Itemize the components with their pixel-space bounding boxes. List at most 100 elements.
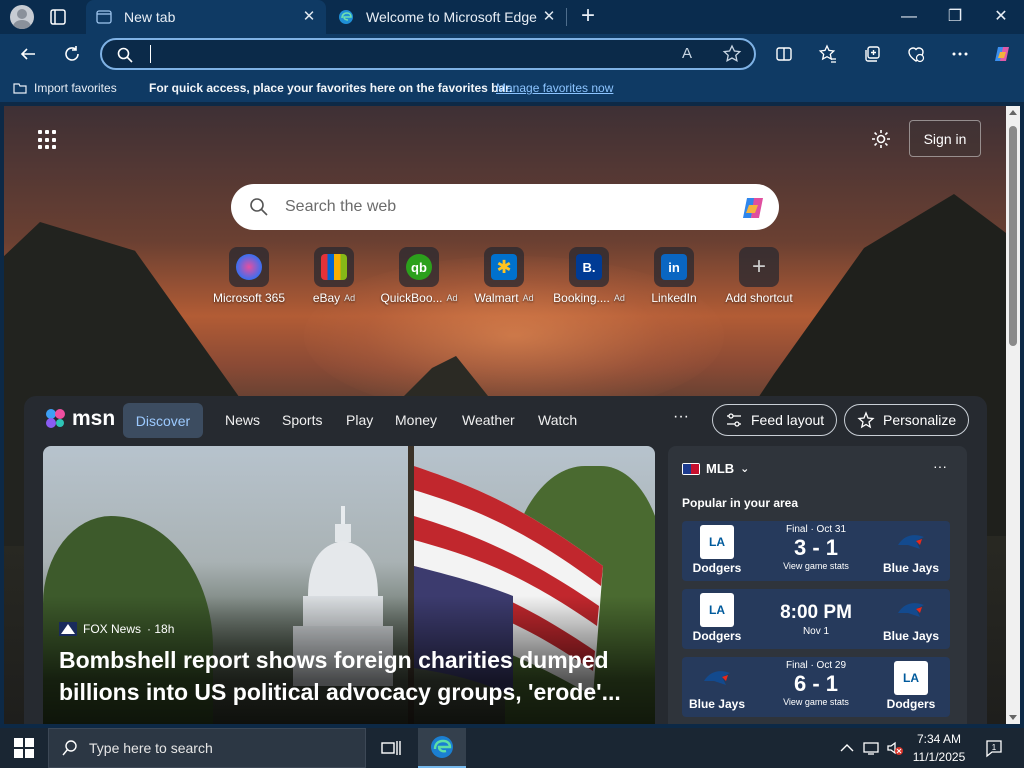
edge-favicon-icon (339, 10, 353, 24)
manage-favorites-link[interactable]: Manage favorites now (496, 81, 613, 95)
scroll-down-icon[interactable] (1009, 715, 1017, 720)
shortcut-microsoft-365[interactable]: Microsoft 365 (201, 247, 297, 305)
taskbar-search-placeholder: Type here to search (89, 740, 213, 756)
maximize-button[interactable]: ❐ (940, 4, 970, 30)
team-away: LA Dodgers (880, 661, 942, 711)
chevron-down-icon: ⌄ (740, 463, 750, 475)
linkedin-icon: in (654, 247, 694, 287)
system-clock[interactable]: 7:34 AM 11/1/2025 (908, 730, 970, 766)
web-search-input[interactable] (285, 195, 705, 219)
hero-story-card[interactable]: FOX News · 18h Bombshell report shows fo… (43, 446, 655, 724)
tab-new-tab[interactable]: New tab ✕ (86, 0, 326, 34)
scroll-up-icon[interactable] (1009, 110, 1017, 115)
windows-start-icon[interactable] (14, 738, 34, 758)
minimize-button[interactable]: — (894, 4, 924, 30)
msn-butterfly-icon (46, 409, 65, 428)
chevron-up-icon[interactable] (838, 740, 856, 756)
sign-in-button[interactable]: Sign in (909, 120, 981, 157)
nav-discover[interactable]: Discover (123, 403, 203, 438)
story-headline[interactable]: Bombshell report shows foreign charities… (59, 644, 639, 708)
shortcut-walmart[interactable]: ✱ Walmart Ad (456, 247, 552, 305)
title-bar: New tab ✕ Welcome to Microsoft Edge ✕ + … (0, 0, 1024, 34)
network-icon[interactable] (862, 740, 880, 756)
sparkle-star-icon (857, 411, 875, 429)
team-name: Dodgers (692, 629, 742, 643)
mlb-logo-icon (682, 462, 700, 475)
nav-watch[interactable]: Watch (538, 412, 577, 428)
favorite-star-icon[interactable] (722, 44, 742, 64)
shortcut-add[interactable]: + Add shortcut (711, 247, 807, 305)
shortcut-label: QuickBoo... (380, 291, 443, 305)
search-icon (250, 198, 268, 216)
profile-avatar[interactable] (10, 5, 34, 29)
ad-badge: Ad (344, 293, 356, 303)
game-card[interactable]: LA Dodgers Final · Oct 31 3 - 1 View gam… (682, 521, 950, 581)
personalize-label: Personalize (883, 412, 957, 428)
page-scrollbar[interactable] (1006, 106, 1020, 724)
shortcut-ebay[interactable]: eBay Ad (286, 247, 382, 305)
msn-logo-text: msn (72, 407, 116, 430)
game-status: 8:00 PM Nov 1 (764, 592, 868, 637)
edge-taskbar-button[interactable] (418, 728, 466, 768)
address-input[interactable] (154, 44, 674, 66)
view-game-stats-link[interactable]: View game stats (764, 697, 868, 707)
booking-icon: B. (569, 247, 609, 287)
refresh-icon[interactable] (60, 42, 84, 66)
shortcut-linkedin[interactable]: in LinkedIn (626, 247, 722, 305)
blue-jays-logo-icon (894, 525, 928, 559)
msn-feed: msn Discover News Sports Play Money Weat… (24, 396, 987, 724)
import-favorites-button[interactable]: Import favorites (12, 80, 117, 96)
address-bar[interactable]: A (100, 38, 756, 70)
mlb-subtitle: Popular in your area (682, 496, 799, 510)
scroll-thumb[interactable] (1009, 126, 1017, 346)
shortcut-quickbooks[interactable]: qb QuickBoo... Ad (371, 247, 467, 305)
nav-sports[interactable]: Sports (282, 412, 322, 428)
game-status-text: Final · Oct 31 (785, 524, 847, 535)
msn-logo[interactable]: msn (44, 404, 115, 434)
web-search-box[interactable] (231, 184, 779, 230)
settings-more-icon[interactable] (948, 42, 972, 66)
tab-separator (566, 8, 567, 26)
collections-icon[interactable] (860, 42, 884, 66)
read-aloud-icon[interactable]: A (682, 45, 702, 65)
shortcut-label: eBay (312, 291, 341, 305)
close-tab-icon[interactable]: ✕ (300, 8, 318, 26)
story-source[interactable]: FOX News · 18h (59, 622, 174, 636)
game-card[interactable]: LA Dodgers 8:00 PM Nov 1 Blue Jays (682, 589, 950, 649)
gear-icon[interactable] (870, 128, 892, 150)
close-window-button[interactable]: ✕ (986, 4, 1016, 30)
favorites-icon[interactable] (816, 42, 840, 66)
notification-center-icon[interactable]: 1 (984, 738, 1004, 758)
game-card[interactable]: Blue Jays Final · Oct 29 6 - 1 View game… (682, 657, 950, 717)
view-game-stats-link[interactable]: View game stats (764, 561, 868, 571)
volume-muted-icon[interactable] (886, 740, 904, 756)
personalize-button[interactable]: Personalize (844, 404, 970, 436)
nav-play[interactable]: Play (346, 412, 373, 428)
tab-welcome[interactable]: Welcome to Microsoft Edge ✕ (328, 0, 566, 34)
sliders-icon (727, 413, 741, 427)
browser-essentials-icon[interactable] (904, 42, 928, 66)
tab-actions-icon[interactable] (48, 7, 68, 27)
mlb-more-button[interactable]: ··· (933, 458, 947, 474)
nav-weather[interactable]: Weather (462, 412, 515, 428)
close-tab-icon[interactable]: ✕ (540, 8, 558, 26)
mlb-header[interactable]: MLB ⌄ (682, 461, 749, 476)
nav-news[interactable]: News (225, 412, 260, 428)
copilot-icon[interactable] (990, 42, 1014, 66)
feed-layout-button[interactable]: Feed layout (712, 404, 838, 436)
plus-icon: + (739, 247, 779, 287)
taskbar-search-box[interactable]: Type here to search (48, 728, 366, 768)
app-launcher-icon[interactable] (38, 130, 58, 150)
search-icon (62, 740, 77, 756)
shortcut-booking[interactable]: B. Booking.... Ad (541, 247, 637, 305)
team-name: Dodgers (886, 697, 936, 711)
task-view-icon[interactable] (380, 738, 402, 758)
nav-more-button[interactable]: ··· (673, 408, 689, 426)
back-icon[interactable] (16, 42, 40, 66)
blue-jays-logo-icon (894, 593, 928, 627)
split-screen-icon[interactable] (772, 42, 796, 66)
new-tab-button[interactable]: + (576, 4, 600, 29)
nav-money[interactable]: Money (395, 412, 437, 428)
copilot-icon[interactable] (739, 194, 767, 222)
game-status: Final · Oct 29 6 - 1 View game stats (764, 660, 868, 707)
